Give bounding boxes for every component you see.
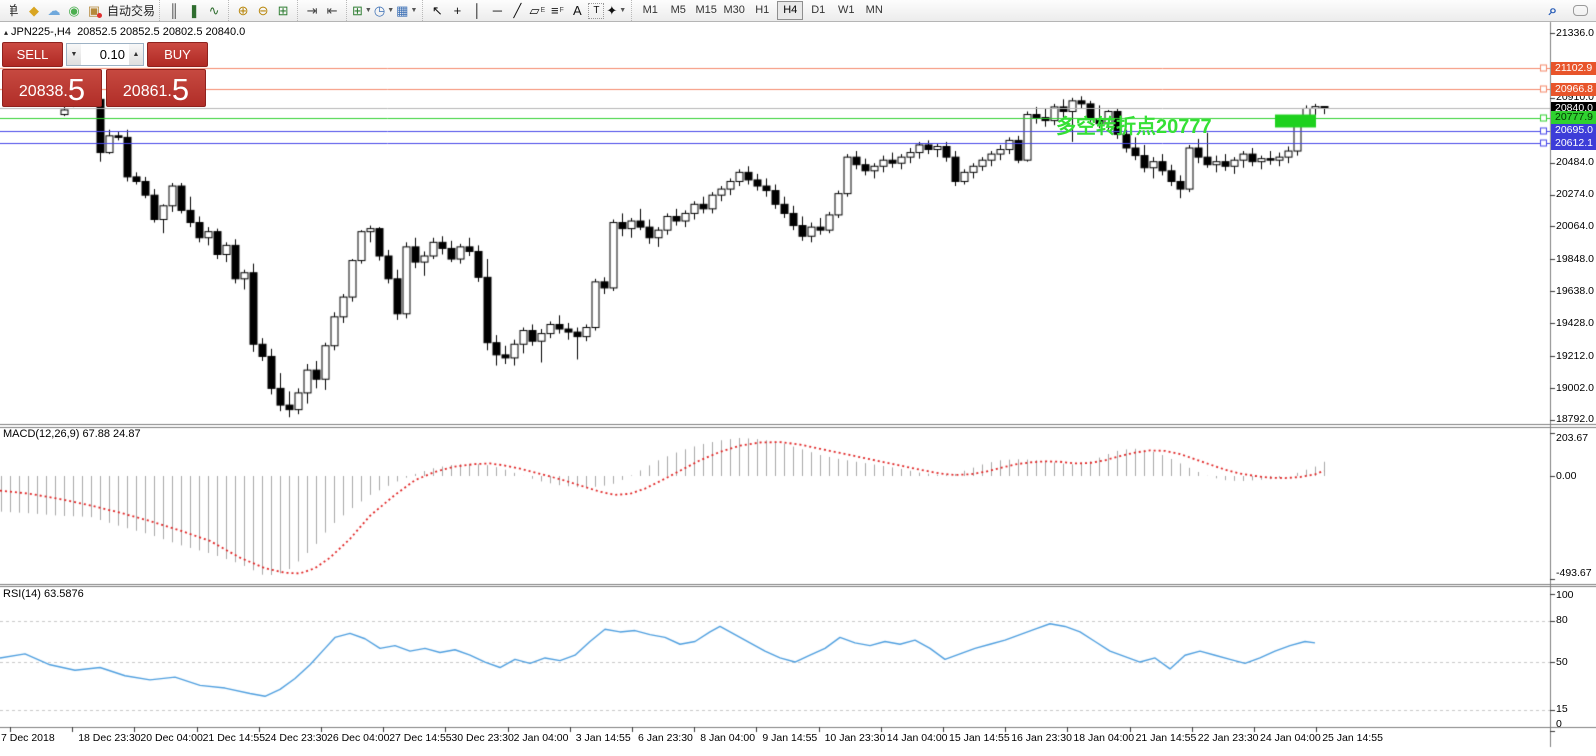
price-axis-tick: 19002.0 [1556,381,1594,394]
mt4-window: 单◆☁◉▣自动交易║❚∿⊕⊖⊞⇥⇤⊞▼◷▼▦▼↖+│─╱▱E≡FAT✦▼M1M5… [0,0,1596,756]
symbol-period-label: JPN225-,H4 [11,26,71,38]
price-level-badge: 20966.8 [1551,82,1596,96]
price-axis-tick: 19848.0 [1556,252,1594,265]
macd-indicator-label: MACD(12,26,9) 67.88 24.87 [3,428,141,440]
rsi-indicator-label: RSI(14) 63.5876 [3,588,84,600]
buy-price-main: 20861 [122,83,168,100]
buy-button[interactable]: BUY [147,42,208,67]
rsi-scale-tick: 80 [1556,614,1568,627]
time-axis-label: 21 Jan 14:55 [1135,732,1197,744]
volume-increase-button[interactable]: ▲ [129,44,143,65]
price-axis-tick: 19212.0 [1556,349,1594,362]
macd-scale-bottom: -493.67 [1556,567,1592,580]
price-axis-tick: 19638.0 [1556,284,1594,297]
chart-canvas[interactable] [0,0,1596,756]
time-axis-label: 20 Dec 04:00 [140,732,203,744]
time-axis-label: 18 Dec 23:30 [78,732,141,744]
time-axis-label: 15 Jan 14:55 [949,732,1010,744]
volume-input[interactable] [81,44,129,65]
sell-price-big: 5 [67,72,86,107]
price-level-badge: 20612.1 [1551,136,1596,150]
time-axis-label: 9 Jan 14:55 [762,732,818,744]
time-axis-label: 14 Jan 04:00 [886,732,948,744]
volume-decrease-button[interactable]: ▼ [67,44,81,65]
price-axis-tick: 20484.0 [1556,156,1594,169]
time-axis-label: 3 Jan 14:55 [575,732,631,744]
time-axis-label: 24 Dec 23:30 [264,732,328,744]
rsi-scale-tick: 50 [1556,655,1568,668]
time-axis-label: 8 Jan 04:00 [700,732,756,744]
price-axis-tick: 20064.0 [1556,219,1594,232]
time-axis-label: 26 Dec 04:00 [327,732,390,744]
price-axis-tick: 21336.0 [1556,26,1594,39]
rsi-scale-tick: 15 [1556,703,1568,716]
sell-price-display[interactable]: 20838. 5 [2,69,102,107]
price-axis-tick: 19428.0 [1556,316,1594,329]
chart-window-icon: ▴ [4,28,9,37]
ohlc-readout: 20852.5 20852.5 20802.5 20840.0 [77,26,246,38]
price-level-badge: 21102.9 [1551,61,1596,75]
buy-price-display[interactable]: 20861. 5 [106,69,206,107]
time-axis-label: 22 Jan 23:30 [1197,732,1259,744]
buy-price-big: 5 [171,72,190,107]
time-axis-label: 18 Jan 04:00 [1073,732,1135,744]
time-axis-label: 7 Dec 2018 [1,732,55,744]
price-level-badge: 20695.0 [1551,124,1596,137]
time-axis-label: 30 Dec 23:30 [451,732,514,744]
chart-title: ▴ JPN225-,H4 20852.5 20852.5 20802.5 2084… [4,26,245,38]
time-axis-label: 21 Dec 14:55 [202,732,266,744]
time-axis-label: 6 Jan 23:30 [638,732,693,744]
rsi-scale-tick: 100 [1556,589,1574,601]
sell-price-main: 20838 [18,83,64,100]
one-click-trading-panel: SELL ▼ ▲ BUY 20838.5 20861.5 [2,42,208,107]
price-level-badge: 20777.9 [1551,111,1596,125]
volume-stepper: ▼ ▲ [66,43,144,66]
time-axis-label: 16 Jan 23:30 [1011,732,1072,744]
time-axis-label: 2 Jan 04:00 [513,732,569,744]
rsi-scale-tick: 0 [1556,718,1562,730]
macd-scale-top: 203.67 [1556,432,1589,445]
price-axis-tick: 18792.0 [1556,413,1594,426]
sell-button[interactable]: SELL [2,42,63,67]
time-axis-label: 10 Jan 23:30 [824,732,886,744]
time-axis-label: 25 Jan 14:55 [1322,732,1383,744]
turning-point-annotation[interactable]: 多空转折点20777 [1056,110,1212,139]
time-axis-label: 27 Dec 14:55 [389,732,452,744]
time-axis-label: 24 Jan 04:00 [1260,732,1321,744]
price-axis-tick: 20274.0 [1556,188,1594,201]
macd-scale-zero: 0.00 [1556,469,1577,482]
